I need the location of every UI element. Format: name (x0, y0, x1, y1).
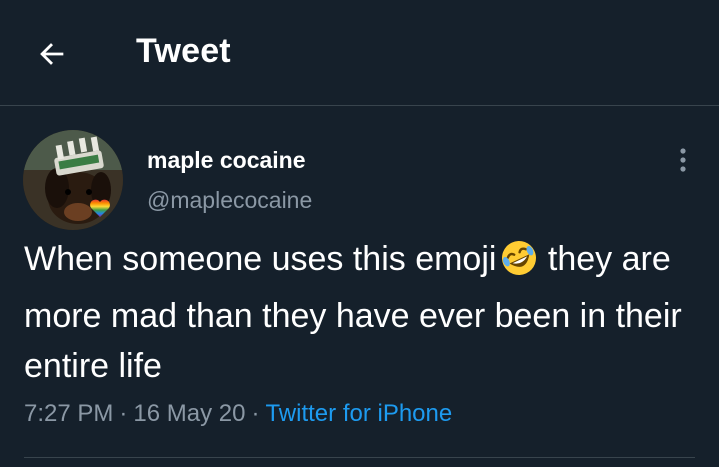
divider (24, 457, 695, 458)
arrow-left-icon (40, 43, 64, 65)
top-bar: Tweet (0, 0, 719, 106)
tweet-source-link[interactable]: Twitter for iPhone (265, 400, 452, 427)
back-button[interactable] (30, 32, 74, 76)
author-handle[interactable]: @maplecocaine (147, 187, 312, 214)
more-vertical-icon (680, 148, 686, 172)
meta-separator: · (251, 400, 260, 427)
meta-separator: · (119, 400, 128, 427)
avatar[interactable] (23, 130, 123, 230)
rolling-on-floor-laughing-emoji (500, 239, 538, 291)
author-display-name[interactable]: maple cocaine (147, 147, 306, 174)
more-options-button[interactable] (668, 142, 698, 178)
tweet-text-part-1: When someone uses this emoji (24, 240, 497, 278)
tweet-time[interactable]: 7:27 PM (24, 400, 113, 427)
tweet-text: When someone uses this emoji they are mo… (24, 234, 684, 391)
rainbow-heart-icon (90, 199, 110, 217)
tweet-meta: 7:27 PM · 16 May 20 · Twitter for iPhone (24, 400, 452, 428)
tweet-date[interactable]: 16 May 20 (133, 400, 245, 427)
page-title: Tweet (136, 32, 231, 70)
